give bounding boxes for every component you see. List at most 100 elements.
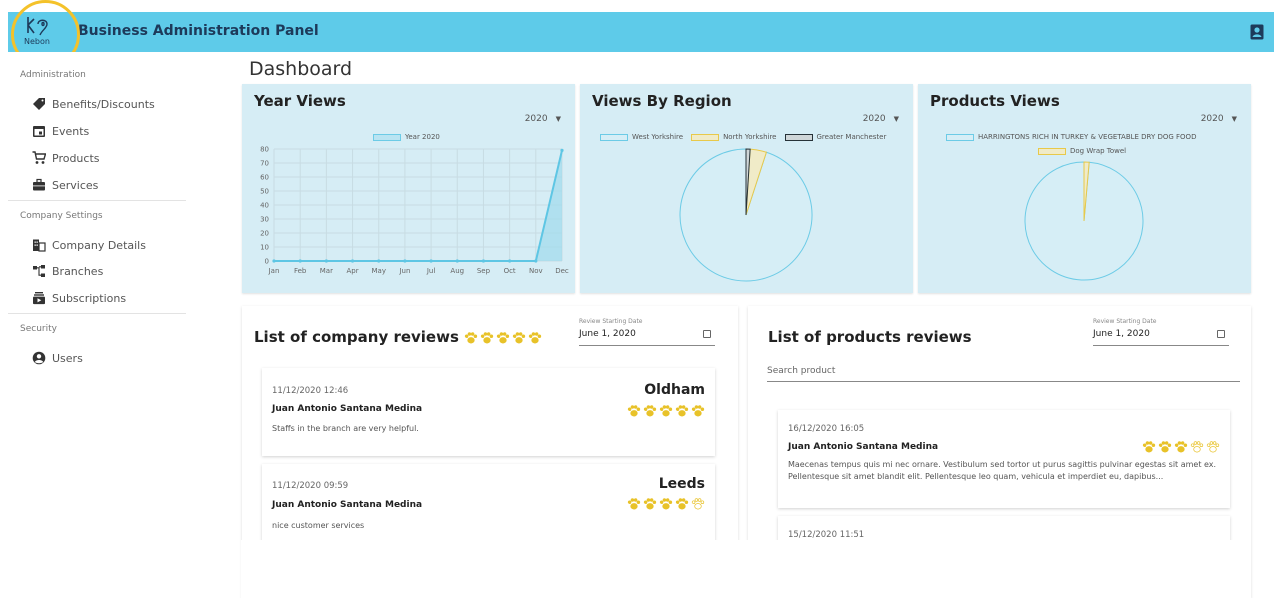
- branches-icon: [33, 265, 45, 277]
- sidebar-item-branches[interactable]: Branches: [32, 260, 103, 282]
- account-circle-icon: [32, 351, 46, 365]
- x-tick-label: Jan: [268, 267, 280, 275]
- review-text: Staffs in the branch are very helpful.: [272, 424, 419, 433]
- sidebar-divider: [8, 313, 186, 314]
- date-field-label: Review Starting Date: [1093, 318, 1157, 325]
- x-tick-label: Dec: [555, 267, 569, 275]
- sidebar-section-security: Security: [20, 324, 57, 334]
- x-tick-label: Aug: [450, 267, 464, 275]
- company-rating: [464, 332, 542, 344]
- sidebar-item-events[interactable]: Events: [32, 120, 89, 142]
- paw-empty-icon: [691, 498, 705, 510]
- domain-icon: [33, 239, 46, 252]
- app-root: Nebon Business Administration Panel Admi…: [0, 0, 1280, 598]
- y-tick-label: 70: [260, 160, 269, 168]
- search-product-input[interactable]: Search product: [767, 364, 1240, 382]
- briefcase-icon: [33, 178, 45, 191]
- paw-empty-icon: [1190, 441, 1204, 453]
- x-tick-label: May: [371, 267, 385, 275]
- sidebar-divider: [8, 200, 186, 201]
- paw-empty-icon: [1206, 441, 1220, 453]
- y-tick-label: 40: [260, 202, 269, 210]
- sidebar-section-company-settings: Company Settings: [20, 211, 103, 221]
- year-views-card: Year Views 2020 ▼ Year 2020 0 10 20 30 40 50 6…: [242, 84, 575, 293]
- review-date: 11/12/2020 09:59: [272, 481, 349, 491]
- sidebar-item-company-details[interactable]: Company Details: [32, 234, 146, 256]
- x-tick-label: Jun: [398, 267, 410, 275]
- data-point: [324, 259, 328, 263]
- review-rating: [627, 498, 705, 510]
- cart-icon: [32, 151, 46, 164]
- calendar-icon[interactable]: [703, 330, 711, 338]
- reviewer-name: Juan Antonio Santana Medina: [788, 442, 939, 452]
- paw-icon: [643, 498, 657, 510]
- sidebar-section-administration: Administration: [20, 70, 86, 80]
- date-field-value: June 1, 2020: [579, 329, 636, 339]
- data-point: [481, 259, 486, 263]
- paw-icon: [643, 405, 657, 417]
- sidebar-item-benefits[interactable]: Benefits/Discounts: [32, 93, 155, 115]
- top-app-bar: Nebon Business Administration Panel: [8, 12, 1274, 52]
- review-text: nice customer services: [272, 521, 365, 530]
- sidebar-item-users[interactable]: Users: [32, 347, 83, 369]
- review-text: Maecenas tempus quis mi nec ornare. Vest…: [788, 460, 1217, 481]
- products-views-card: Products Views 2020 ▼ HARRINGTONS RICH I…: [918, 84, 1251, 293]
- sidebar: Administration Benefits/Discounts Events…: [8, 52, 240, 598]
- date-field-label: Review Starting Date: [579, 318, 643, 325]
- paw-icon: [1142, 441, 1156, 453]
- views-by-region-pie: [679, 148, 813, 282]
- calendar-icon[interactable]: [1217, 330, 1225, 338]
- app-title: Business Administration Panel: [78, 23, 319, 39]
- tag-icon: [33, 98, 45, 110]
- data-point: [455, 259, 459, 263]
- paw-icon: [496, 332, 510, 344]
- y-tick-label: 60: [260, 174, 269, 182]
- y-tick-label: 30: [260, 216, 269, 224]
- reviewer-name: Juan Antonio Santana Medina: [272, 404, 423, 414]
- product-reviews-title: List of products reviews: [768, 328, 972, 346]
- data-point: [350, 259, 355, 263]
- logo-icon: [27, 17, 48, 36]
- paw-icon: [480, 332, 494, 344]
- paw-icon: [464, 332, 478, 344]
- views-by-region-card: Views By Region 2020 ▼ West Yorkshire No…: [580, 84, 913, 293]
- paw-icon: [675, 498, 689, 510]
- paw-icon: [691, 405, 705, 417]
- review-rating: [627, 405, 705, 417]
- sidebar-item-label: Events: [52, 124, 90, 138]
- paw-icon: [659, 498, 673, 510]
- paw-icon: [512, 332, 526, 344]
- review-branch: Leeds: [658, 476, 705, 492]
- company-review-date-field[interactable]: Review Starting Date June 1, 2020: [579, 318, 715, 346]
- y-tick-label: 20: [260, 230, 269, 238]
- data-point: [508, 259, 512, 263]
- sidebar-item-label: Branches: [52, 264, 104, 278]
- paw-icon: [659, 405, 673, 417]
- data-point: [560, 148, 564, 152]
- x-tick-label: Oct: [504, 267, 516, 275]
- y-tick-label: 10: [260, 244, 269, 252]
- app-logo[interactable]: Nebon: [22, 15, 54, 49]
- logo-text: Nebon: [24, 37, 50, 46]
- paw-icon: [627, 498, 641, 510]
- review-date: 16/12/2020 16:05: [788, 424, 865, 434]
- calendar-icon: [33, 126, 45, 137]
- date-field-value: June 1, 2020: [1093, 329, 1150, 339]
- company-reviews-title: List of company reviews: [254, 328, 459, 346]
- sidebar-item-services[interactable]: Services: [32, 174, 98, 196]
- data-point: [377, 259, 381, 263]
- review-branch: Oldham: [644, 382, 705, 398]
- y-tick-label: 50: [260, 188, 269, 196]
- paw-icon: [1174, 441, 1188, 453]
- sidebar-item-label: Users: [52, 351, 83, 365]
- products-views-pie: [1024, 161, 1144, 281]
- x-tick-label: Apr: [346, 267, 358, 275]
- account-box-icon[interactable]: [1250, 24, 1264, 40]
- sidebar-item-subscriptions[interactable]: Subscriptions: [32, 287, 126, 309]
- sidebar-item-products[interactable]: Products: [32, 147, 100, 169]
- data-point: [429, 259, 433, 263]
- year-views-chart: 0 10 20 30 40 50 60 70 80 Jan Feb Mar Apr May Jun Jul Au…: [260, 146, 569, 276]
- product-review-date-field[interactable]: Review Starting Date June 1, 2020: [1093, 318, 1229, 346]
- sidebar-item-label: Benefits/Discounts: [52, 97, 155, 111]
- x-tick-label: Mar: [320, 267, 333, 275]
